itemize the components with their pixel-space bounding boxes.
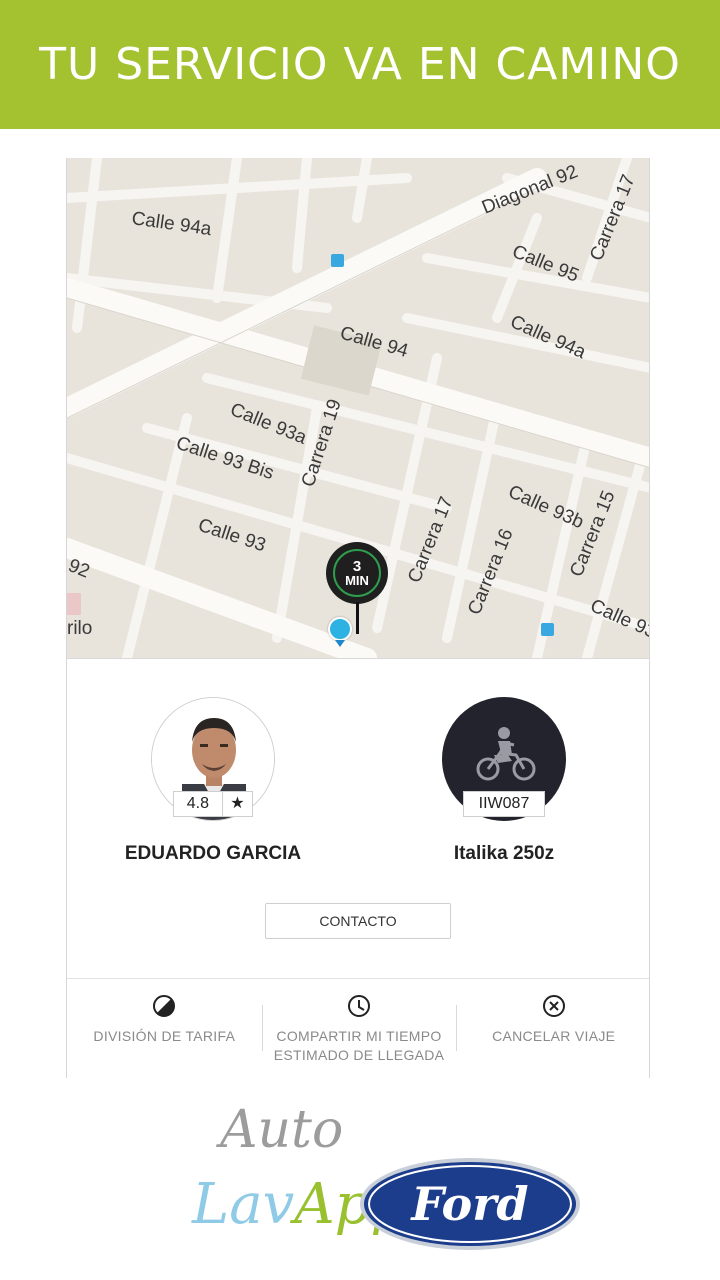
share-eta-action[interactable]: COMPARTIR MI TIEMPO ESTIMADO DE LLEGADA [261,979,457,1078]
driver-name: EDUARDO GARCIA [124,843,302,864]
map-view[interactable]: Calle 94a Diagonal 92 Carrera 17 Calle 9… [67,158,649,658]
trip-actions-bar: DIVISIÓN DE TARIFA COMPARTIR MI TIEMPO E… [67,978,649,1078]
contact-button[interactable]: CONTACTO [265,903,451,939]
vehicle-plate: IIW087 [463,791,545,817]
vehicle-name: Italika 250z [453,843,555,864]
eta-bubble: 3 MIN [326,542,388,604]
share-eta-label: COMPARTIR MI TIEMPO ESTIMADO DE LLEGADA [273,1028,445,1063]
clock-icon [348,995,370,1017]
autolavapp-logo-auto: Auto [220,1100,344,1160]
split-fare-icon [153,995,176,1017]
ford-logo-text: Ford [409,1177,528,1231]
split-fare-action[interactable]: DIVISIÓN DE TARIFA [67,979,262,1078]
close-circle-icon [542,995,565,1017]
autolavapp-logo-lav: Lav [192,1172,295,1237]
header-bar: TU SERVICIO VA EN CAMINO [0,0,720,129]
page-title: TU SERVICIO VA EN CAMINO [39,39,681,90]
driver-rating-badge: 4.8 ★ [173,791,253,817]
ford-logo: Ford [360,1158,580,1250]
split-fare-label: DIVISIÓN DE TARIFA [93,1028,236,1044]
driver-rating-value: 4.8 [174,792,223,816]
star-icon: ★ [230,795,245,812]
map-street-label: rilo [67,618,92,639]
cancel-trip-label: CANCELAR VIAJE [492,1028,616,1044]
trip-card: Calle 94a Diagonal 92 Carrera 17 Calle 9… [66,158,650,1078]
eta-value: 3 [352,557,362,575]
cancel-trip-action[interactable]: CANCELAR VIAJE [456,979,649,1078]
driver-panel: 4.8 ★ EDUARDO GARCIA IIW087 Italika 250z… [67,658,649,978]
user-location-dot [328,617,352,641]
user-heading-arrow [335,640,345,647]
eta-pin-stem [356,602,359,634]
eta-unit: MIN [345,572,369,588]
